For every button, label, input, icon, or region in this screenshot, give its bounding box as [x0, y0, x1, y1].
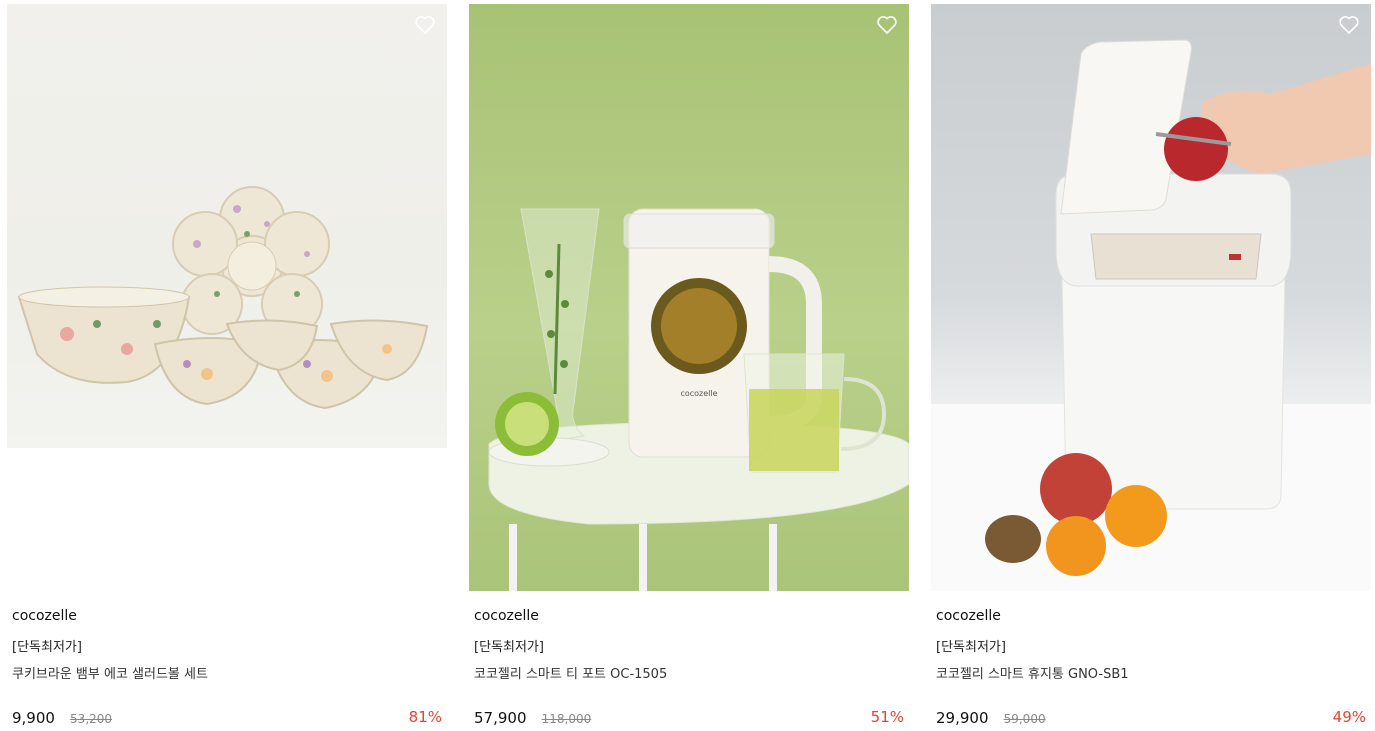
price-row: 29,900 59,000 49% [936, 708, 1366, 728]
product-brand[interactable]: cocozelle [474, 608, 539, 624]
price-row: 57,900 118,000 51% [474, 708, 904, 728]
product-image-salad-bowl-set[interactable] [7, 4, 447, 448]
product-tag: [단독최저가] [936, 640, 1006, 655]
product-brand[interactable]: cocozelle [936, 608, 1001, 624]
pot-brand-label: cocozelle [680, 389, 717, 398]
product-name[interactable]: 코코젤리 스마트 휴지통 GNO-SB1 [936, 663, 1129, 682]
price-row: 9,900 53,200 81% [12, 708, 442, 728]
product-card[interactable]: cocozelle [단독최저가] 쿠키브라운 뱀부 에코 샐러드볼 세트 9,… [7, 4, 447, 727]
original-price: 118,000 [541, 712, 592, 726]
original-price: 59,000 [1003, 712, 1046, 726]
product-name[interactable]: 쿠키브라운 뱀부 에코 샐러드볼 세트 [12, 663, 208, 682]
sale-price: 57,900 [474, 709, 527, 727]
heart-outline-icon[interactable] [875, 12, 899, 36]
discount-rate: 81% [408, 708, 442, 726]
heart-outline-icon[interactable] [1337, 12, 1361, 36]
sale-price: 29,900 [936, 709, 989, 727]
discount-rate: 49% [1332, 708, 1366, 726]
product-grid: cocozelle [단독최저가] 쿠키브라운 뱀부 에코 샐러드볼 세트 9,… [0, 0, 1375, 731]
product-image-smart-tea-pot[interactable]: cocozelle [469, 4, 909, 591]
discount-rate: 51% [870, 708, 904, 726]
product-image-smart-trash-bin[interactable] [931, 4, 1371, 591]
product-card[interactable]: cocozelle [단독최저가] 코코젤리 스마트 휴지통 GNO-SB1 2… [931, 4, 1371, 727]
product-tag: [단독최저가] [12, 640, 82, 655]
product-tag: [단독최저가] [474, 640, 544, 655]
sale-price: 9,900 [12, 709, 55, 727]
product-brand[interactable]: cocozelle [12, 608, 77, 624]
product-card[interactable]: cocozelle cocozelle [단독최저가] 코코젤리 스마트 티 포… [469, 4, 909, 727]
product-name[interactable]: 코코젤리 스마트 티 포트 OC-1505 [474, 663, 667, 682]
heart-outline-icon[interactable] [413, 12, 437, 36]
original-price: 53,200 [70, 712, 113, 726]
